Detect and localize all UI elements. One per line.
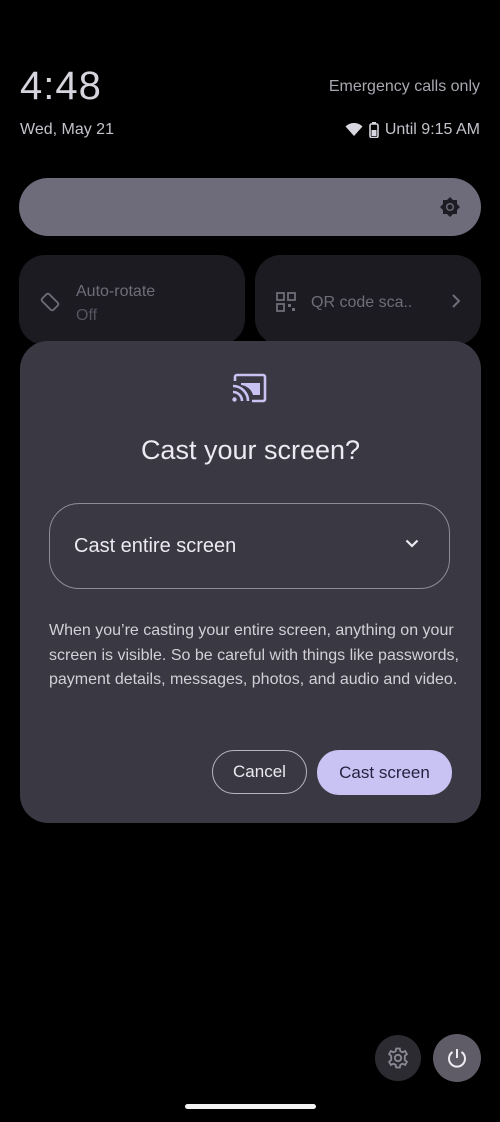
cast-screen-button[interactable]: Cast screen (317, 750, 452, 795)
cast-icon (232, 373, 267, 403)
wifi-icon (345, 123, 363, 136)
carrier-status: Emergency calls only (328, 78, 480, 95)
tile-qr-scanner[interactable]: QR code sca.. (255, 255, 481, 345)
rotate-icon (40, 292, 60, 312)
gear-icon (387, 1047, 409, 1069)
cast-mode-dropdown[interactable]: Cast entire screen (49, 503, 450, 589)
power-icon (448, 1049, 466, 1068)
power-button[interactable] (433, 1034, 481, 1082)
dialog-title: Cast your screen? (140, 435, 361, 465)
qr-code-icon (276, 292, 296, 312)
date-label: Wed, May 21 (20, 121, 114, 138)
cancel-button[interactable]: Cancel (212, 750, 307, 794)
battery-icon (369, 122, 379, 138)
tile-auto-rotate-state: Off (76, 307, 98, 324)
brightness-slider[interactable] (19, 178, 481, 236)
tile-auto-rotate-title: Auto-rotate (76, 283, 156, 300)
tile-qr-scanner-title: QR code sca.. (311, 294, 413, 311)
tile-auto-rotate[interactable]: Auto-rotate Off (19, 255, 245, 345)
dialog-description: When you’re casting your entire screen, … (49, 622, 459, 688)
status-icons: Until 9:15 AM (345, 121, 480, 139)
cast-mode-selected: Cast entire screen (74, 535, 237, 557)
chevron-right-icon (452, 294, 461, 308)
home-indicator[interactable] (185, 1104, 316, 1109)
brightness-icon (440, 197, 460, 217)
battery-until-label: Until 9:15 AM (384, 121, 480, 138)
cast-dialog: Cast your screen? Cast entire screen Whe… (20, 341, 481, 823)
chevron-down-icon (405, 539, 419, 548)
clock-time: 4:48 (20, 64, 102, 108)
settings-button[interactable] (375, 1035, 421, 1081)
